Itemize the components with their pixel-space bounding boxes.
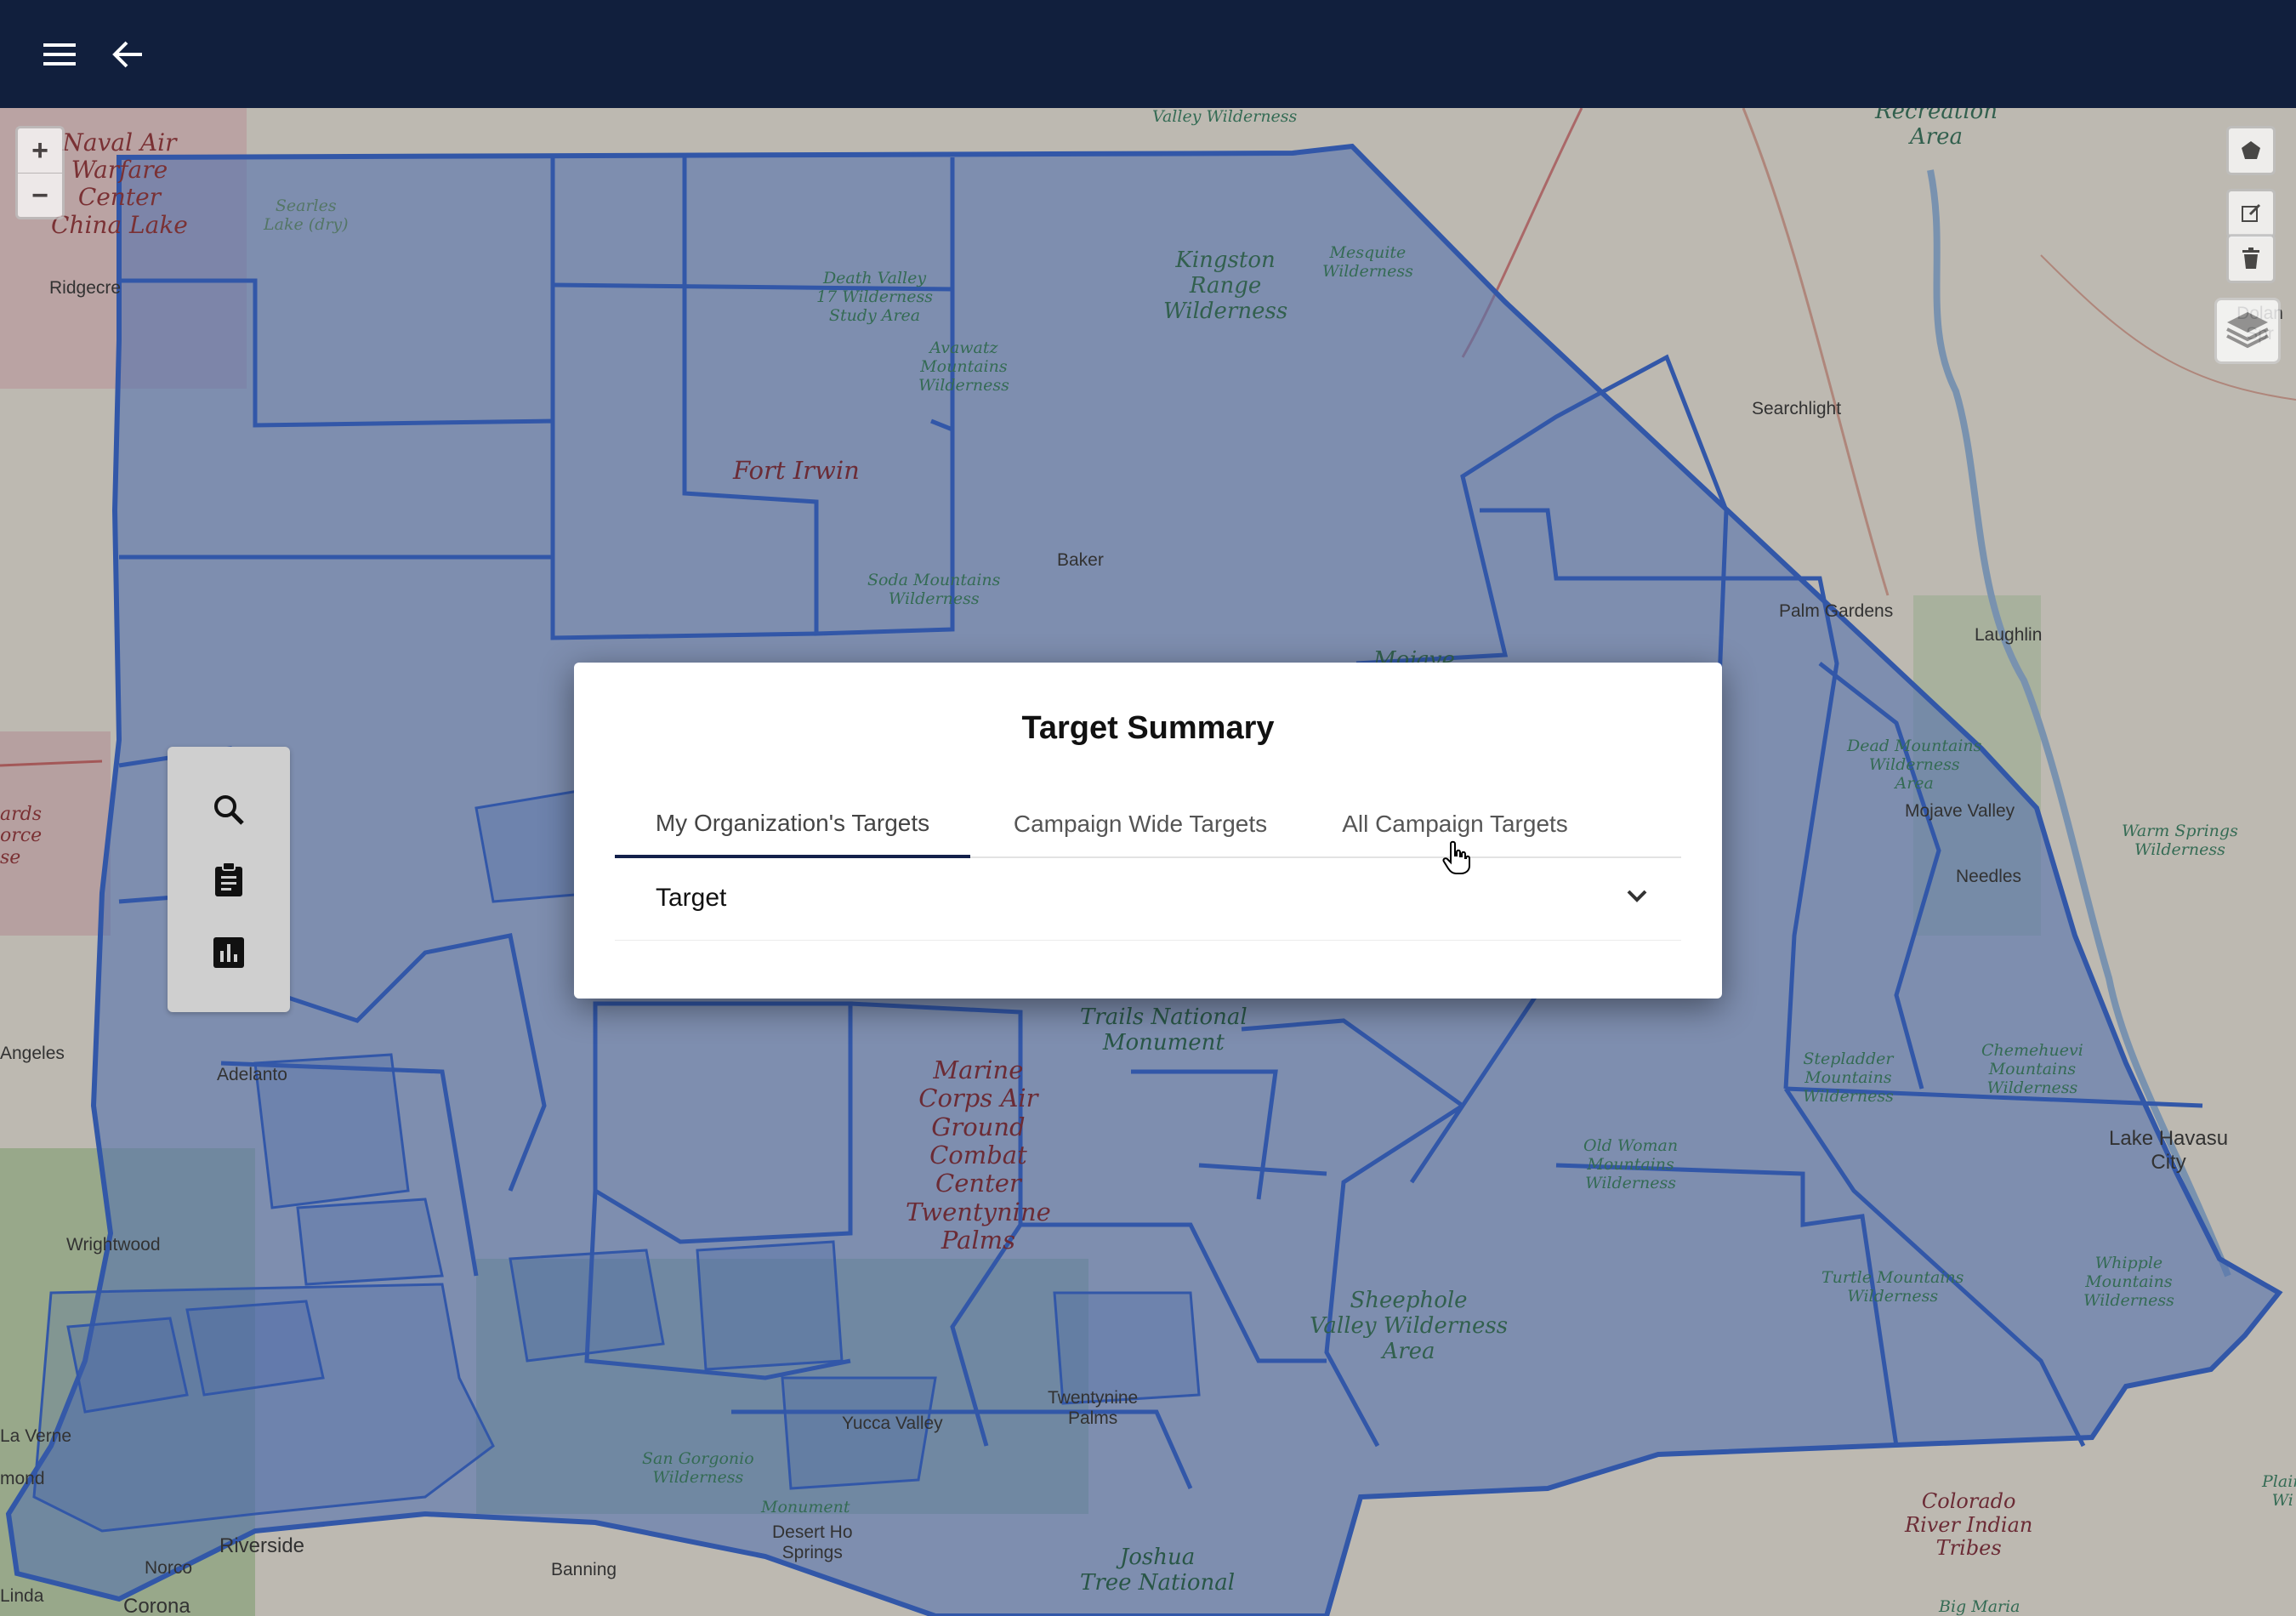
trash-icon	[2242, 248, 2259, 269]
map-label-kingston: Kingston Range Wilderness	[1163, 248, 1288, 324]
map-label-corona: Corona	[123, 1595, 190, 1616]
map-label-desert-hot: Desert Ho Springs	[772, 1522, 853, 1563]
map-label-joshua: Joshua Tree National	[1080, 1545, 1236, 1596]
zoom-in-button[interactable]: +	[18, 128, 62, 174]
zoom-control: + −	[15, 126, 65, 219]
chevron-down-icon	[1625, 887, 1649, 908]
map-label-havasu: Lake Havasu City	[2109, 1127, 2229, 1174]
map-label-sheephole: Sheephole Valley Wilderness Area	[1310, 1288, 1509, 1364]
map-label-searchlight: Searchlight	[1752, 399, 1842, 418]
bar-chart-icon[interactable]	[205, 929, 253, 976]
map-label-big-maria: Big Maria	[1939, 1597, 2020, 1616]
map-label-naval: Naval Air Warfare Center China Lake	[51, 128, 188, 239]
tab-my-organization-targets[interactable]: My Organization's Targets	[615, 792, 970, 858]
map-label-dead-mountains: Dead Mountains Wilderness Area	[1847, 737, 1982, 793]
map-label-san-gorgonio: San Gorgonio Wilderness	[642, 1449, 754, 1487]
map-label-avawatz: Avawatz Mountains Wilderness	[918, 339, 1009, 395]
map-label-baker: Baker	[1057, 550, 1104, 570]
map-label-la-verne: La Verne	[0, 1426, 72, 1446]
map-label-death-valley: Death Valley 17 Wilderness Study Area	[816, 269, 934, 325]
target-summary-dialog: Target Summary My Organization's Targets…	[574, 663, 1722, 999]
map-label-laughlin: Laughlin	[1975, 625, 2043, 645]
map-label-adelanto: Adelanto	[217, 1065, 287, 1084]
map-label-recreation: Recreation Area	[1875, 108, 1998, 150]
map-label-old-woman: Old Woman Mountains Wilderness	[1583, 1136, 1679, 1192]
map-label-stepladder: Stepladder Mountains Wilderness	[1803, 1050, 1894, 1106]
map-label-riverside: Riverside	[219, 1534, 305, 1557]
map-label-marine: Marine Corps Air Ground Combat Center Tw…	[906, 1056, 1051, 1255]
map-label-twentynine: Twentynine Palms	[1048, 1388, 1139, 1429]
target-select[interactable]: Target	[615, 872, 1681, 941]
menu-icon[interactable]	[37, 32, 82, 77]
map-label-wrightwood: Wrightwood	[66, 1235, 161, 1255]
map-label-turtle: Turtle Mountains Wilderness	[1821, 1268, 1964, 1306]
dialog-title: Target Summary	[1021, 710, 1275, 746]
map-label-searles: Searles Lake (dry)	[264, 196, 349, 234]
draw-polygon-button[interactable]	[2226, 126, 2276, 175]
map-label-chemehuevi: Chemehuevi Mountains Wilderness	[1981, 1041, 2083, 1097]
target-select-label: Target	[656, 884, 727, 912]
map-label-ridgecrest: Ridgecre	[49, 278, 122, 298]
map-label-mojave-valley: Mojave Valley	[1905, 801, 2015, 821]
map-label-warm-springs: Warm Springs Wilderness	[2122, 822, 2238, 859]
tab-campaign-wide-targets[interactable]: Campaign Wide Targets	[970, 792, 1310, 856]
arrow-back-icon[interactable]	[105, 32, 150, 77]
tool-panel	[168, 747, 290, 1012]
map-label-mesquite: Mesquite Wilderness	[1322, 243, 1413, 281]
polygon-icon	[2242, 141, 2260, 159]
map-label-fort-irwin: Fort Irwin	[733, 456, 860, 485]
map-label-colorado: Colorado River Indian Tribes	[1905, 1489, 2033, 1561]
map-label-valley-wilderness: Valley Wilderness	[1152, 108, 1298, 126]
map-label-norco: Norco	[145, 1558, 193, 1578]
hand-cursor-icon	[1442, 840, 1471, 879]
map-label-needles: Needles	[1956, 867, 2022, 886]
map-label-whipple: Whipple Mountains Wilderness	[2083, 1254, 2174, 1310]
map-label-trails: Trails National Monument	[1080, 1004, 1247, 1056]
map-label-yucca: Yucca Valley	[842, 1414, 943, 1433]
edit-icon	[2242, 203, 2261, 222]
target-tabs: My Organization's Targets Campaign Wide …	[615, 792, 1681, 858]
zoom-out-button[interactable]: −	[18, 174, 62, 218]
map-label-palm-gardens: Palm Gardens	[1779, 601, 1894, 621]
map-label-ards: ards orce se	[0, 804, 43, 868]
top-app-bar	[0, 0, 2296, 108]
search-icon[interactable]	[205, 786, 253, 834]
clipboard-icon[interactable]	[205, 856, 253, 903]
map-label-soda: Soda Mountains Wilderness	[867, 571, 1001, 608]
layers-icon	[2226, 312, 2269, 349]
layers-button[interactable]	[2214, 298, 2281, 364]
map-label-plain: Plain Wi	[2262, 1472, 2296, 1510]
delete-layers-button[interactable]	[2226, 234, 2276, 283]
edit-layers-button[interactable]	[2226, 189, 2276, 238]
map-label-angeles: Angeles	[0, 1044, 65, 1063]
map-label-banning: Banning	[551, 1560, 617, 1579]
map-label-monument: Monument	[761, 1498, 850, 1516]
map-label-mond: mond	[0, 1469, 45, 1488]
map-label-linda: Linda	[0, 1586, 44, 1606]
